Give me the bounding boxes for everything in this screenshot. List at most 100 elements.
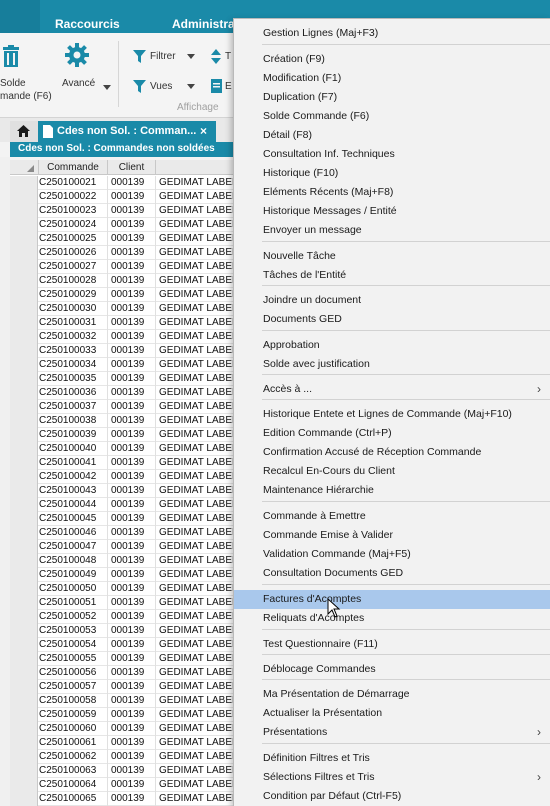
avance-button[interactable]: Avancé: [58, 41, 111, 101]
row-selector[interactable]: [10, 316, 38, 330]
table-row[interactable]: C250100054 000139 GEDIMAT LABEN: [10, 638, 242, 652]
row-selector[interactable]: [10, 288, 38, 302]
table-row[interactable]: C250100059 000139 GEDIMAT LABEN: [10, 708, 242, 722]
menu-item[interactable]: Historique Entete et Lignes de Commande …: [234, 405, 550, 424]
row-selector[interactable]: [10, 750, 38, 764]
row-selector[interactable]: [10, 624, 38, 638]
menu-item[interactable]: Validation Commande (Maj+F5): [234, 545, 550, 564]
menu-item[interactable]: Présentations ›: [234, 723, 550, 742]
table-row[interactable]: C250100049 000139 GEDIMAT LABEN: [10, 568, 242, 582]
table-row[interactable]: C250100050 000139 GEDIMAT LABEN: [10, 582, 242, 596]
row-selector[interactable]: [10, 428, 38, 442]
table-row[interactable]: C250100041 000139 GEDIMAT LABEN: [10, 456, 242, 470]
left-splitter[interactable]: [0, 157, 10, 806]
row-selector[interactable]: [10, 610, 38, 624]
table-row[interactable]: C250100057 000139 GEDIMAT LABEN: [10, 680, 242, 694]
row-selector[interactable]: [10, 540, 38, 554]
menu-item[interactable]: Consultation Documents GED: [234, 564, 550, 583]
table-row[interactable]: C250100035 000139 GEDIMAT LABEN: [10, 372, 242, 386]
menu-item[interactable]: Sélections Filtres et Tris ›: [234, 768, 550, 787]
menu-item[interactable]: Maintenance Hiérarchie: [234, 481, 550, 500]
table-row[interactable]: C250100023 000139 GEDIMAT LABEN: [10, 204, 242, 218]
table-row[interactable]: C250100061 000139 GEDIMAT LABEN: [10, 736, 242, 750]
menu-item[interactable]: Création (F9): [234, 50, 550, 69]
table-row[interactable]: C250100039 000139 GEDIMAT LABEN: [10, 428, 242, 442]
menu-item[interactable]: Nouvelle Tâche: [234, 247, 550, 266]
vues-button[interactable]: Vues: [133, 79, 199, 95]
table-row[interactable]: C250100027 000139 GEDIMAT LABEN: [10, 260, 242, 274]
table-row[interactable]: C250100037 000139 GEDIMAT LABEN: [10, 400, 242, 414]
menu-item[interactable]: Déblocage Commandes: [234, 660, 550, 679]
column-header-client[interactable]: Client: [108, 160, 156, 175]
table-row[interactable]: C250100048 000139 GEDIMAT LABEN: [10, 554, 242, 568]
row-selector[interactable]: [10, 792, 38, 806]
row-selector[interactable]: [10, 778, 38, 792]
row-selector[interactable]: [10, 274, 38, 288]
table-row[interactable]: C250100030 000139 GEDIMAT LABEN: [10, 302, 242, 316]
row-selector[interactable]: [10, 400, 38, 414]
table-row[interactable]: C250100034 000139 GEDIMAT LABEN: [10, 358, 242, 372]
row-selector[interactable]: [10, 638, 38, 652]
row-selector[interactable]: [10, 568, 38, 582]
row-selector[interactable]: [10, 358, 38, 372]
menu-item[interactable]: Gestion Lignes (Maj+F3): [234, 24, 550, 43]
row-selector[interactable]: [10, 414, 38, 428]
table-row[interactable]: C250100043 000139 GEDIMAT LABEN: [10, 484, 242, 498]
row-selector[interactable]: [10, 652, 38, 666]
row-selector[interactable]: [10, 484, 38, 498]
table-row[interactable]: C250100060 000139 GEDIMAT LABEN: [10, 722, 242, 736]
menu-item[interactable]: Accès à ... ›: [234, 380, 550, 399]
row-selector[interactable]: [10, 498, 38, 512]
table-row[interactable]: C250100031 000139 GEDIMAT LABEN: [10, 316, 242, 330]
table-row[interactable]: C250100025 000139 GEDIMAT LABEN: [10, 232, 242, 246]
menu-item[interactable]: Edition Commande (Ctrl+P): [234, 424, 550, 443]
menu-item[interactable]: Documents GED: [234, 310, 550, 329]
row-selector[interactable]: [10, 470, 38, 484]
table-row[interactable]: C250100026 000139 GEDIMAT LABEN: [10, 246, 242, 260]
menu-item[interactable]: Confirmation Accusé de Réception Command…: [234, 443, 550, 462]
table-row[interactable]: C250100063 000139 GEDIMAT LABEN: [10, 764, 242, 778]
table-row[interactable]: C250100040 000139 GEDIMAT LABEN: [10, 442, 242, 456]
menu-item[interactable]: Condition par Défaut (Ctrl-F5): [234, 787, 550, 806]
table-row[interactable]: C250100042 000139 GEDIMAT LABEN: [10, 470, 242, 484]
table-row[interactable]: C250100056 000139 GEDIMAT LABEN: [10, 666, 242, 680]
menu-item[interactable]: Approbation: [234, 336, 550, 355]
row-selector[interactable]: [10, 582, 38, 596]
table-row[interactable]: C250100051 000139 GEDIMAT LABEN: [10, 596, 242, 610]
menu-item[interactable]: Duplication (F7): [234, 88, 550, 107]
table-row[interactable]: C250100024 000139 GEDIMAT LABEN: [10, 218, 242, 232]
menu-item[interactable]: Test Questionnaire (F11): [234, 635, 550, 654]
column-header-commande[interactable]: Commande: [39, 160, 108, 175]
row-selector[interactable]: [10, 176, 38, 190]
menu-item[interactable]: Définition Filtres et Tris: [234, 749, 550, 768]
row-selector[interactable]: [10, 330, 38, 344]
table-row[interactable]: C250100052 000139 GEDIMAT LABEN: [10, 610, 242, 624]
table-row[interactable]: C250100032 000139 GEDIMAT LABEN: [10, 330, 242, 344]
menu-item[interactable]: Historique Messages / Entité: [234, 202, 550, 221]
table-row[interactable]: C250100038 000139 GEDIMAT LABEN: [10, 414, 242, 428]
row-selector[interactable]: [10, 512, 38, 526]
menu-item[interactable]: Factures d'Acomptes: [234, 590, 550, 609]
table-row[interactable]: C250100047 000139 GEDIMAT LABEN: [10, 540, 242, 554]
row-selector[interactable]: [10, 456, 38, 470]
menu-item[interactable]: Solde avec justification: [234, 355, 550, 374]
row-selector[interactable]: [10, 708, 38, 722]
menu-item[interactable]: Eléments Récents (Maj+F8): [234, 183, 550, 202]
solde-commande-button[interactable]: Solde mande (F6): [0, 41, 52, 102]
menu-item[interactable]: Reliquats d'Acomptes: [234, 609, 550, 628]
table-row[interactable]: C250100046 000139 GEDIMAT LABEN: [10, 526, 242, 540]
export-button[interactable]: E: [211, 79, 233, 95]
table-row[interactable]: C250100022 000139 GEDIMAT LABEN: [10, 190, 242, 204]
row-selector[interactable]: [10, 526, 38, 540]
table-row[interactable]: C250100028 000139 GEDIMAT LABEN: [10, 274, 242, 288]
menu-item[interactable]: Joindre un document: [234, 291, 550, 310]
table-row[interactable]: C250100044 000139 GEDIMAT LABEN: [10, 498, 242, 512]
menu-item[interactable]: Ma Présentation de Démarrage: [234, 685, 550, 704]
table-row[interactable]: C250100036 000139 GEDIMAT LABEN: [10, 386, 242, 400]
row-selector[interactable]: [10, 260, 38, 274]
row-selector[interactable]: [10, 218, 38, 232]
close-icon[interactable]: ×: [200, 124, 207, 138]
row-selector[interactable]: [10, 302, 38, 316]
menu-raccourcis[interactable]: Raccourcis: [55, 17, 120, 31]
menu-item[interactable]: Commande Emise à Valider: [234, 526, 550, 545]
